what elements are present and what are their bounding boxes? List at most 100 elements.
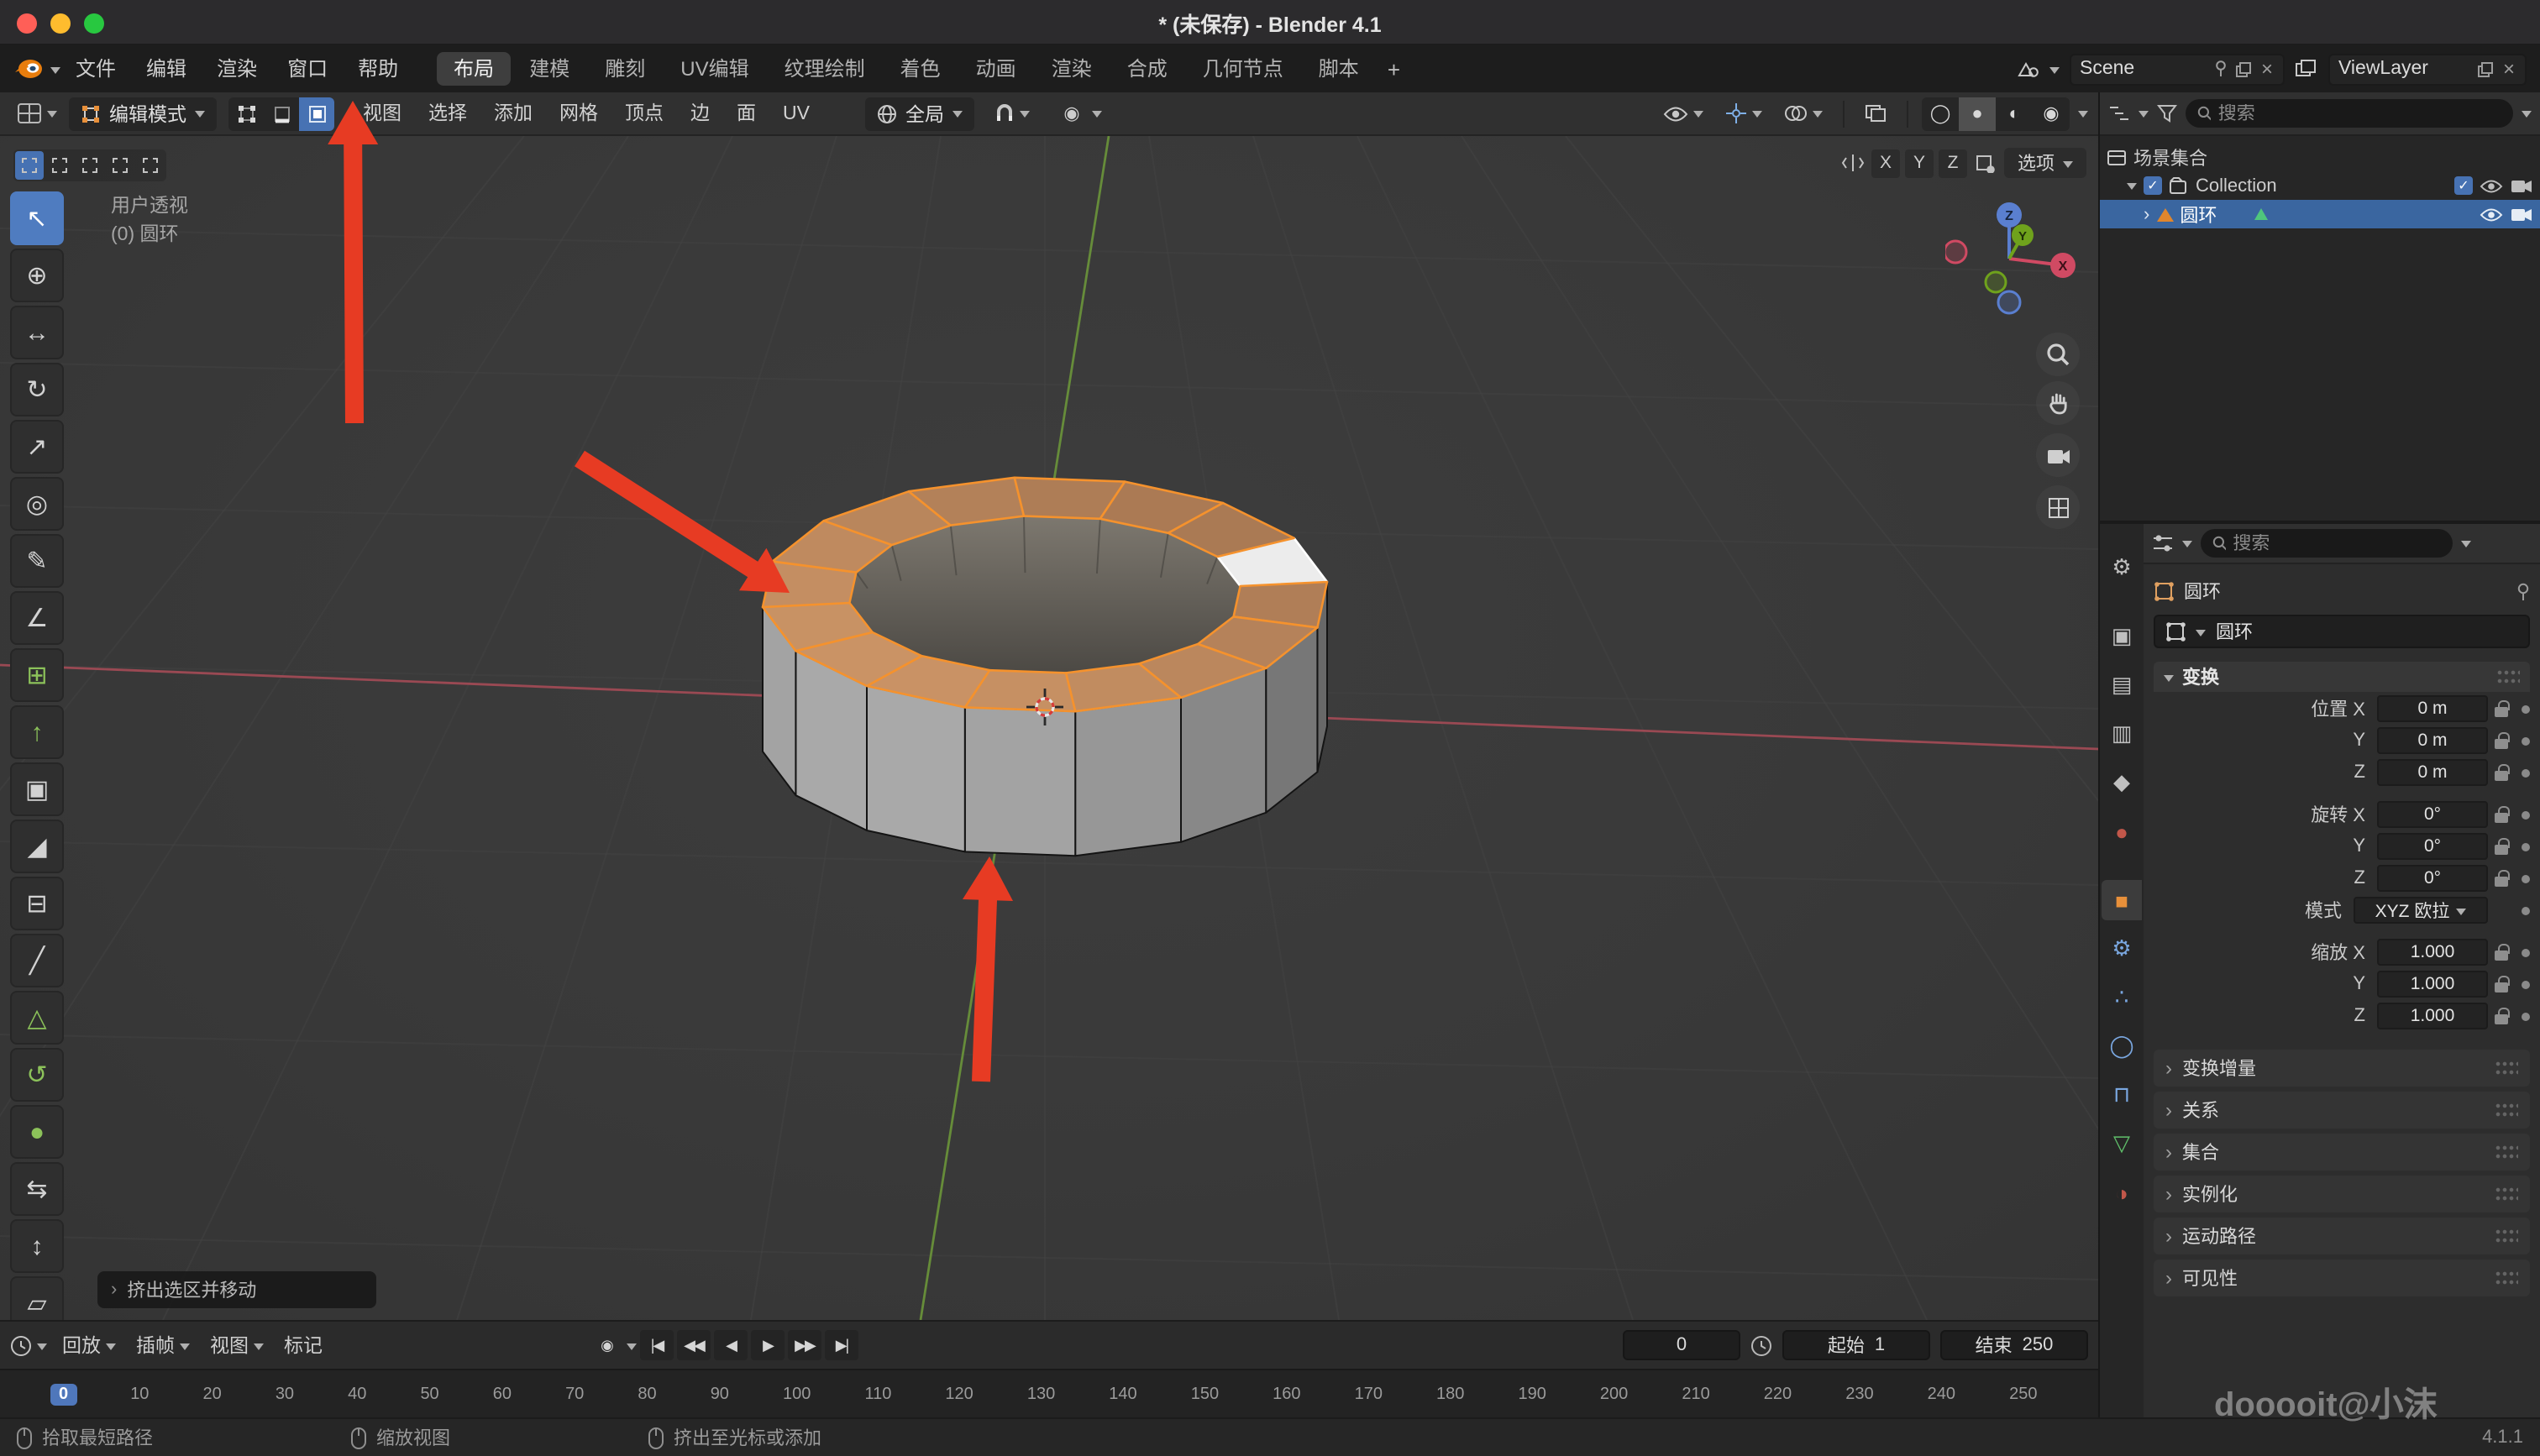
frame-number[interactable]: 200 bbox=[1600, 1385, 1628, 1403]
tool-poly-build[interactable]: △ bbox=[10, 991, 64, 1045]
jump-to-end-button[interactable]: ▶| bbox=[825, 1330, 858, 1360]
workspace-tab[interactable]: 着色 bbox=[884, 52, 958, 86]
new-scene-icon[interactable] bbox=[2236, 61, 2251, 76]
workspace-tab[interactable]: 脚本 bbox=[1302, 52, 1376, 86]
gizmos-dropdown[interactable] bbox=[1719, 99, 1769, 128]
snap-toggle[interactable] bbox=[988, 100, 1036, 127]
chevron-down-icon[interactable] bbox=[2049, 66, 2060, 78]
value-field[interactable]: 0 m bbox=[2377, 727, 2488, 754]
solid-shading-button[interactable]: ● bbox=[1959, 97, 1996, 130]
workspace-tab[interactable]: 布局 bbox=[437, 52, 511, 86]
viewport-menu-item[interactable]: 顶点 bbox=[611, 92, 677, 135]
value-field[interactable]: 1.000 bbox=[2377, 1003, 2488, 1029]
frame-number[interactable]: 10 bbox=[130, 1385, 149, 1403]
menubar-item[interactable]: 渲染 bbox=[202, 45, 272, 92]
select-extend-option[interactable] bbox=[45, 151, 74, 180]
menubar-item[interactable]: 窗口 bbox=[272, 45, 343, 92]
frame-number[interactable]: 220 bbox=[1764, 1385, 1792, 1403]
scene-selector[interactable]: Scene × bbox=[2070, 53, 2285, 85]
operator-panel[interactable]: › 挤出选区并移动 bbox=[97, 1271, 376, 1308]
xray-toggle[interactable] bbox=[1858, 101, 1893, 126]
animate-dot[interactable] bbox=[2522, 810, 2530, 819]
tool-transform[interactable]: ◎ bbox=[10, 477, 64, 531]
pin-icon[interactable] bbox=[2516, 582, 2530, 600]
properties-section[interactable]: › 运动路径 bbox=[2154, 1218, 2530, 1254]
play-reverse-button[interactable]: ◀ bbox=[714, 1330, 748, 1360]
face-select-button[interactable] bbox=[299, 97, 334, 130]
animate-dot[interactable] bbox=[2522, 1012, 2530, 1020]
tool-measure[interactable]: ∠ bbox=[10, 591, 64, 645]
minimize-window-button[interactable] bbox=[50, 13, 71, 34]
workspace-tab[interactable]: 几何节点 bbox=[1186, 52, 1300, 86]
scene-icon[interactable] bbox=[2016, 59, 2039, 79]
viewport-menu-item[interactable]: 网格 bbox=[546, 92, 611, 135]
close-window-button[interactable] bbox=[17, 13, 37, 34]
outliner-search[interactable] bbox=[2186, 99, 2513, 128]
properties-section[interactable]: › 可见性 bbox=[2154, 1260, 2530, 1296]
chevron-down-icon[interactable] bbox=[2182, 541, 2192, 553]
outliner-row-collection[interactable]: ✓ Collection ✓ bbox=[2100, 171, 2540, 200]
viewport-menu-item[interactable]: 视图 bbox=[349, 92, 415, 135]
viewport-3d[interactable]: 用户透视 (0) 圆环 XYZ 选项 ↖⊕↔↻↗◎✎∠⊞↑▣◢⊟╱△↺●⇆↕▱⊥ bbox=[0, 136, 2098, 1320]
outliner-editor-type-button[interactable] bbox=[2108, 104, 2130, 123]
chevron-down-icon[interactable] bbox=[2078, 111, 2088, 123]
tool-spin[interactable]: ↺ bbox=[10, 1048, 64, 1102]
collection-exclude-checkbox[interactable]: ✓ bbox=[2454, 176, 2473, 195]
zoom-window-button[interactable] bbox=[84, 13, 104, 34]
workspace-tab[interactable]: 合成 bbox=[1110, 52, 1184, 86]
viewport-menu-item[interactable]: 选择 bbox=[415, 92, 480, 135]
tool-loop-cut[interactable]: ⊟ bbox=[10, 877, 64, 930]
frame-start-field[interactable]: 起始1 bbox=[1782, 1330, 1930, 1360]
value-field[interactable]: 1.000 bbox=[2377, 939, 2488, 966]
lock-icon[interactable] bbox=[2488, 976, 2515, 992]
mirror-axis-button[interactable]: Z bbox=[1939, 149, 1967, 177]
breadcrumb-object[interactable]: 圆环 bbox=[2184, 578, 2221, 605]
new-viewlayer-icon[interactable] bbox=[2478, 61, 2493, 76]
frame-number[interactable]: 160 bbox=[1273, 1385, 1300, 1403]
frame-number[interactable]: 130 bbox=[1027, 1385, 1055, 1403]
timeline-editor-type-button[interactable] bbox=[10, 1334, 32, 1356]
timeline-menu-item[interactable]: 插帧 bbox=[126, 1332, 200, 1359]
tool-annotate[interactable]: ✎ bbox=[10, 534, 64, 588]
timeline-menu-item[interactable]: 视图 bbox=[200, 1332, 274, 1359]
toggle-orthographic-button[interactable] bbox=[2036, 485, 2080, 529]
properties-tab-output[interactable]: ▤ bbox=[2102, 665, 2142, 705]
pin-icon[interactable] bbox=[2214, 60, 2228, 77]
mirror-axis-button[interactable]: Y bbox=[1905, 149, 1934, 177]
rendered-shading-button[interactable]: ◉ bbox=[2033, 97, 2070, 130]
properties-tab-scene[interactable]: ◆ bbox=[2102, 762, 2142, 803]
lock-icon[interactable] bbox=[2488, 764, 2515, 781]
previous-keyframe-button[interactable]: ◀◀ bbox=[677, 1330, 711, 1360]
viewlayer-selector[interactable]: ViewLayer × bbox=[2328, 53, 2527, 85]
outliner-row-object[interactable]: › 圆环 bbox=[2100, 200, 2540, 228]
mirror-icon[interactable] bbox=[1841, 153, 1865, 173]
filter-dropdown-icon[interactable] bbox=[2522, 111, 2532, 123]
frame-number[interactable]: 70 bbox=[565, 1385, 584, 1403]
frame-number[interactable]: 190 bbox=[1518, 1385, 1546, 1403]
frame-number[interactable]: 150 bbox=[1191, 1385, 1219, 1403]
workspace-tab[interactable]: 渲染 bbox=[1035, 52, 1109, 86]
properties-editor-type-button[interactable] bbox=[2152, 534, 2174, 553]
value-field[interactable]: 0° bbox=[2377, 865, 2488, 892]
camera-view-button[interactable] bbox=[2036, 433, 2080, 477]
properties-section[interactable]: › 变换增量 bbox=[2154, 1050, 2530, 1087]
tool-shear[interactable]: ▱ bbox=[10, 1276, 64, 1320]
frame-number[interactable]: 140 bbox=[1109, 1385, 1136, 1403]
select-invert-option[interactable] bbox=[106, 151, 134, 180]
frame-number[interactable]: 30 bbox=[276, 1385, 294, 1403]
animate-dot[interactable] bbox=[2522, 980, 2530, 988]
navigation-gizmo[interactable]: Z X Y bbox=[1945, 195, 2080, 329]
properties-section[interactable]: › 集合 bbox=[2154, 1134, 2530, 1171]
animate-dot[interactable] bbox=[2522, 736, 2530, 745]
workspace-tab[interactable]: 动画 bbox=[959, 52, 1033, 86]
tool-cursor[interactable]: ⊕ bbox=[10, 249, 64, 302]
chevron-down-icon[interactable] bbox=[627, 1343, 637, 1354]
tool-scale[interactable]: ↗ bbox=[10, 420, 64, 474]
value-field[interactable]: 0° bbox=[2377, 833, 2488, 860]
select-set-option[interactable] bbox=[15, 151, 44, 180]
frame-number[interactable]: 230 bbox=[1845, 1385, 1873, 1403]
outliner-row-scene-collection[interactable]: 场景集合 bbox=[2100, 143, 2540, 171]
menubar-item[interactable]: 帮助 bbox=[343, 45, 413, 92]
workspace-tab[interactable]: 雕刻 bbox=[588, 52, 662, 86]
frame-end-field[interactable]: 结束250 bbox=[1940, 1330, 2088, 1360]
